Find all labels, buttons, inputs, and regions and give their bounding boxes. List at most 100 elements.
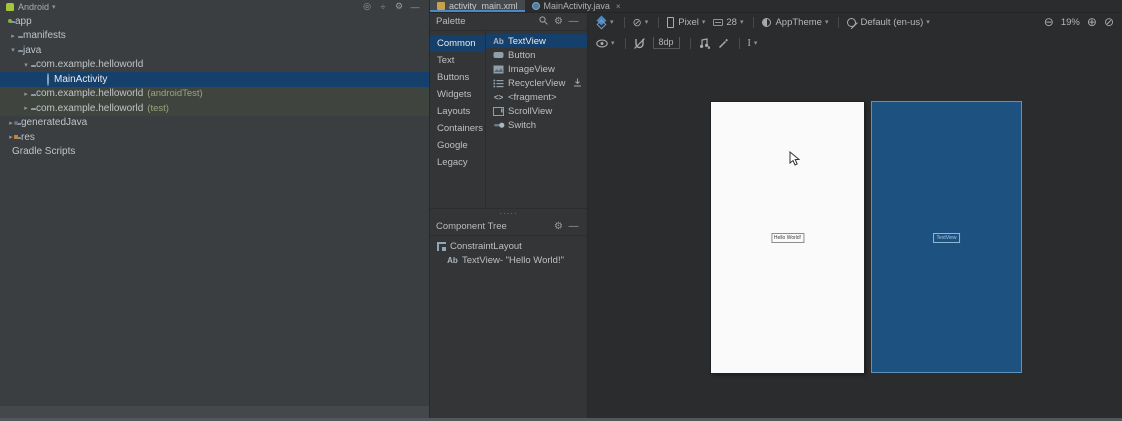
phone-icon xyxy=(667,16,675,28)
component-tree-header: Component Tree ⚙ — xyxy=(430,218,587,236)
palette-categories: Common Text Buttons Widgets Layouts Cont… xyxy=(430,31,486,208)
fragment-icon: <> xyxy=(493,92,504,102)
test-suffix: (androidTest) xyxy=(147,88,203,100)
component-tree-title: Component Tree xyxy=(436,221,507,232)
class-icon xyxy=(47,72,49,86)
magic-wand-icon xyxy=(718,38,728,48)
tree-item-res[interactable]: ▸ res xyxy=(0,130,429,145)
chevron-down-icon[interactable]: ▾ xyxy=(21,61,31,69)
component-button[interactable]: Button xyxy=(486,48,587,62)
tab-activity-main-xml[interactable]: activity_main.xml xyxy=(430,0,525,12)
editor-tab-bar: activity_main.xml MainActivity.java × xyxy=(430,0,1122,13)
component-scrollview[interactable]: ScrollView xyxy=(486,104,587,118)
chevron-right-icon[interactable]: ▸ xyxy=(21,104,31,112)
textview-widget-blueprint[interactable]: TextView xyxy=(932,233,961,243)
collapse-all-icon[interactable]: ÷ xyxy=(375,2,391,12)
component-imageview[interactable]: ImageView xyxy=(486,62,587,76)
toolbar-separator xyxy=(738,37,740,49)
palette-body: Common Text Buttons Widgets Layouts Cont… xyxy=(430,31,587,208)
project-panel-header: Android ▾ ◎ ÷ ⚙ — xyxy=(0,0,429,13)
zoom-in-icon[interactable]: ⊕ xyxy=(1087,16,1097,28)
chevron-down-icon: ▾ xyxy=(926,19,930,26)
clear-constraints-button[interactable] xyxy=(699,37,710,49)
hide-panel-icon[interactable]: — xyxy=(566,221,581,232)
tree-item-textview[interactable]: Ab TextView- "Hello World!" xyxy=(430,253,587,267)
panel-splitter-handle[interactable]: ····· xyxy=(430,208,587,218)
android-studio-window: Android ▾ ◎ ÷ ⚙ — app ▸ manifests ▾ java xyxy=(0,0,1122,421)
gear-icon[interactable]: ⚙ xyxy=(391,1,407,12)
tree-item-constraintlayout[interactable]: ConstraintLayout xyxy=(430,239,587,253)
tab-mainactivity-java[interactable]: MainActivity.java × xyxy=(525,0,628,12)
chevron-down-icon: ▾ xyxy=(824,19,829,26)
component-textview[interactable]: Ab TextView xyxy=(486,34,587,48)
device-selector[interactable]: Pixel ▾ xyxy=(667,16,706,28)
tree-item-package[interactable]: ▾ com.example.helloworld xyxy=(0,58,429,73)
palette-title: Palette xyxy=(436,16,466,27)
category-common[interactable]: Common xyxy=(430,35,485,52)
default-margin-selector[interactable]: 8dp xyxy=(652,37,680,49)
category-legacy[interactable]: Legacy xyxy=(430,154,485,171)
tree-item-package-androidtest[interactable]: ▸ com.example.helloworld (androidTest) xyxy=(0,86,429,101)
category-google[interactable]: Google xyxy=(430,137,485,154)
palette-header: Palette ⚙ — xyxy=(430,13,587,31)
magnet-off-icon xyxy=(633,37,645,49)
chevron-down-icon[interactable]: ▾ xyxy=(8,46,18,54)
design-view-screen[interactable]: Hello World! xyxy=(711,102,864,373)
tree-item-java[interactable]: ▾ java xyxy=(0,43,429,58)
chevron-right-icon[interactable]: ▸ xyxy=(8,32,18,40)
category-buttons[interactable]: Buttons xyxy=(430,69,485,86)
category-containers[interactable]: Containers xyxy=(430,120,485,137)
category-layouts[interactable]: Layouts xyxy=(430,103,485,120)
tree-item-gradle-scripts[interactable]: Gradle Scripts xyxy=(0,145,429,160)
tree-item-package-test[interactable]: ▸ com.example.helloworld (test) xyxy=(0,101,429,116)
view-options-selector[interactable]: ▾ xyxy=(596,39,615,48)
category-text[interactable]: Text xyxy=(430,52,485,69)
tree-item-mainactivity[interactable]: MainActivity xyxy=(0,72,429,87)
textview-widget[interactable]: Hello World! xyxy=(770,233,805,243)
tree-item-generatedjava[interactable]: ▸ generatedJava xyxy=(0,116,429,131)
chevron-down-icon: ▾ xyxy=(701,19,706,26)
toolbar-separator xyxy=(658,16,660,28)
close-icon[interactable]: × xyxy=(616,2,621,11)
textview-icon: Ab xyxy=(447,255,458,265)
horizontal-scrollbar[interactable] xyxy=(0,406,429,418)
locate-file-icon[interactable]: ◎ xyxy=(359,1,375,12)
tree-item-app[interactable]: app xyxy=(0,14,429,29)
chevron-down-icon: ▾ xyxy=(610,19,614,26)
globe-icon xyxy=(847,17,857,27)
align-selector[interactable]: I ▾ xyxy=(748,38,758,49)
infer-constraints-button[interactable] xyxy=(718,38,729,49)
project-panel: Android ▾ ◎ ÷ ⚙ — app ▸ manifests ▾ java xyxy=(0,0,429,421)
toolbar-separator xyxy=(753,16,755,28)
category-widgets[interactable]: Widgets xyxy=(430,86,485,103)
component-switch[interactable]: Switch xyxy=(486,118,587,132)
component-fragment[interactable]: <> <fragment> xyxy=(486,90,587,104)
clear-constraints-icon xyxy=(699,37,710,49)
palette-components: Ab TextView Button ImageView RecyclerVie… xyxy=(486,31,587,208)
textview-icon: Ab xyxy=(493,36,504,46)
search-icon[interactable] xyxy=(536,15,551,28)
night-mode-selector[interactable]: ⊘ ▾ xyxy=(633,16,649,29)
zoom-out-icon[interactable]: ⊖ xyxy=(1044,16,1054,28)
component-recyclerview[interactable]: RecyclerView xyxy=(486,76,587,90)
hide-panel-icon[interactable]: — xyxy=(407,2,423,12)
chevron-right-icon[interactable]: ▸ xyxy=(21,90,31,98)
theme-selector[interactable]: AppTheme ▾ xyxy=(762,17,828,28)
toolbar-separator xyxy=(623,16,625,28)
api-version-selector[interactable]: 28 ▾ xyxy=(713,17,743,28)
gear-icon[interactable]: ⚙ xyxy=(551,16,566,27)
java-class-icon xyxy=(531,2,540,10)
locale-selector[interactable]: Default (en-us) ▾ xyxy=(847,17,930,28)
chevron-down-icon: ▾ xyxy=(52,3,56,11)
project-view-selector[interactable]: Android xyxy=(18,2,49,12)
tree-item-manifests[interactable]: ▸ manifests xyxy=(0,29,429,44)
gear-icon[interactable]: ⚙ xyxy=(551,221,566,232)
theme-icon xyxy=(762,17,772,27)
design-surface-selector[interactable]: ▾ xyxy=(596,15,614,30)
blueprint-view-screen[interactable]: TextView xyxy=(871,101,1022,373)
zoom-to-fit-icon[interactable]: ⊘ xyxy=(1104,16,1114,28)
android-logo-icon xyxy=(6,2,14,11)
download-icon[interactable] xyxy=(573,78,582,89)
autoconnect-toggle[interactable] xyxy=(633,37,645,49)
hide-panel-icon[interactable]: — xyxy=(566,16,581,27)
